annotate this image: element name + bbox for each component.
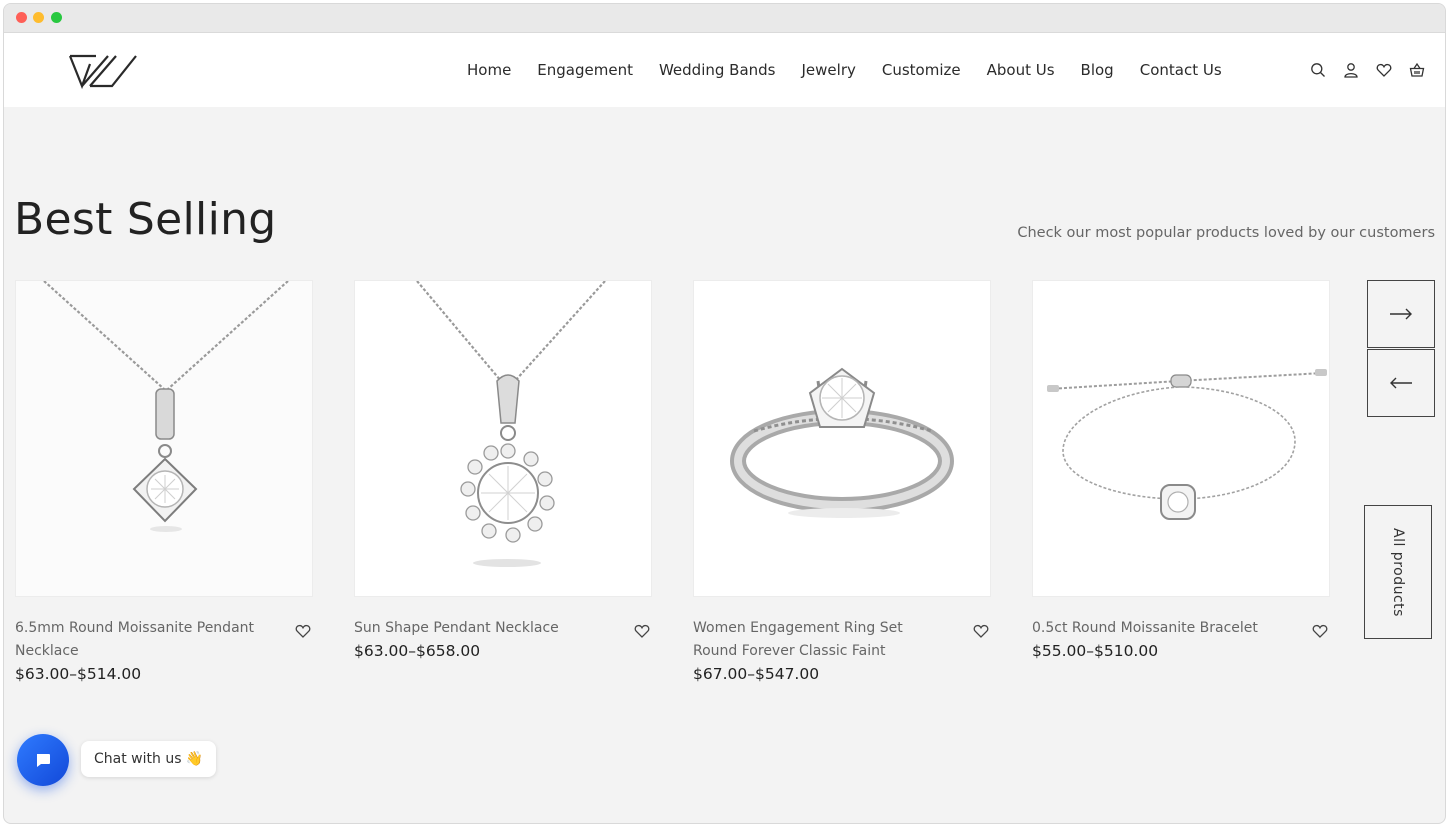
product-image-bracelet[interactable] <box>1032 280 1330 597</box>
product-card: Women Engagement Ring Set Round Forever … <box>693 280 991 686</box>
nav-about-us[interactable]: About Us <box>987 61 1055 79</box>
product-info: Sun Shape Pendant Necklace $63.00–$658.0… <box>354 617 652 663</box>
product-info: 0.5ct Round Moissanite Bracelet $55.00–$… <box>1032 617 1330 663</box>
chat-with-us-bubble[interactable]: Chat with us 👋 <box>81 741 217 777</box>
header-icons <box>1310 62 1425 78</box>
product-price: $55.00–$510.00 <box>1032 642 1159 660</box>
product-name[interactable]: Sun Shape Pendant Necklace <box>354 617 604 640</box>
carousel-next-button[interactable] <box>1367 280 1435 348</box>
product-name[interactable]: 0.5ct Round Moissanite Bracelet <box>1032 617 1282 640</box>
product-name[interactable]: 6.5mm Round Moissanite Pendant Necklace <box>15 617 265 663</box>
product-image-sun-pendant-necklace[interactable] <box>354 280 652 597</box>
wishlist-heart-icon[interactable] <box>973 623 989 639</box>
user-icon[interactable] <box>1343 62 1359 78</box>
heart-icon[interactable] <box>1376 62 1392 78</box>
product-price: $63.00–$514.00 <box>15 665 142 683</box>
wishlist-heart-icon[interactable] <box>634 623 650 639</box>
chat-bubble-icon <box>37 754 50 767</box>
window-titlebar <box>4 4 1445 33</box>
product-card: 6.5mm Round Moissanite Pendant Necklace … <box>15 280 313 686</box>
brand-logo[interactable] <box>68 52 138 90</box>
search-icon[interactable] <box>1310 62 1326 78</box>
site-header: Home Engagement Wedding Bands Jewelry Cu… <box>4 33 1445 107</box>
nav-contact-us[interactable]: Contact Us <box>1140 61 1222 79</box>
carousel-prev-button[interactable] <box>1367 349 1435 417</box>
main-nav: Home Engagement Wedding Bands Jewelry Cu… <box>467 33 1222 107</box>
nav-engagement[interactable]: Engagement <box>537 61 633 79</box>
nav-wedding-bands[interactable]: Wedding Bands <box>659 61 776 79</box>
product-image-pendant-necklace[interactable] <box>15 280 313 597</box>
maximize-window-button[interactable] <box>51 12 62 23</box>
basket-icon[interactable] <box>1409 62 1425 78</box>
arrow-right-icon <box>1390 308 1412 320</box>
minimize-window-button[interactable] <box>33 12 44 23</box>
browser-window: Home Engagement Wedding Bands Jewelry Cu… <box>3 3 1446 824</box>
product-info: 6.5mm Round Moissanite Pendant Necklace … <box>15 617 313 686</box>
product-image-engagement-ring[interactable] <box>693 280 991 597</box>
product-card: 0.5ct Round Moissanite Bracelet $55.00–$… <box>1032 280 1330 663</box>
product-info: Women Engagement Ring Set Round Forever … <box>693 617 991 686</box>
wishlist-heart-icon[interactable] <box>295 623 311 639</box>
nav-jewelry[interactable]: Jewelry <box>802 61 856 79</box>
nav-customize[interactable]: Customize <box>882 61 961 79</box>
all-products-label: All products <box>1390 527 1406 617</box>
wishlist-heart-icon[interactable] <box>1312 623 1328 639</box>
nav-home[interactable]: Home <box>467 61 511 79</box>
product-name[interactable]: Women Engagement Ring Set Round Forever … <box>693 617 943 663</box>
chat-launcher-button[interactable] <box>17 734 69 786</box>
section-subtitle: Check our most popular products loved by… <box>1017 225 1435 241</box>
product-price: $67.00–$547.00 <box>693 665 820 683</box>
arrow-left-icon <box>1390 377 1412 389</box>
all-products-button[interactable]: All products <box>1364 505 1432 639</box>
product-card: Sun Shape Pendant Necklace $63.00–$658.0… <box>354 280 652 663</box>
product-price: $63.00–$658.00 <box>354 642 481 660</box>
section-title: Best Selling <box>14 194 277 245</box>
close-window-button[interactable] <box>16 12 27 23</box>
nav-blog[interactable]: Blog <box>1081 61 1114 79</box>
